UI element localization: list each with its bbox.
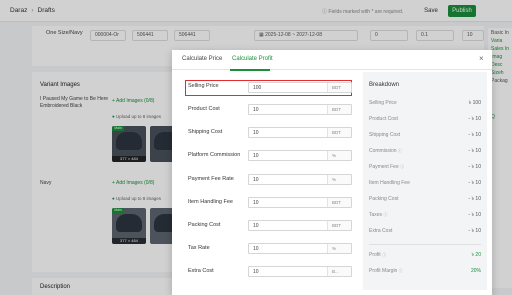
tab-calculate-profit[interactable]: Calculate Profit [232, 56, 273, 62]
breakdown-value: - ৳ 10 [468, 180, 482, 186]
info-icon[interactable]: ⓘ [383, 212, 387, 217]
extra-cost-input[interactable]: 10 B... [248, 266, 352, 277]
breakdown-value: ৳ 100 [468, 100, 481, 106]
info-icon[interactable]: ⓘ [400, 164, 404, 169]
profit-breakdown-panel: Breakdown Selling Price ৳ 100 Product Co… [363, 72, 487, 290]
info-icon[interactable]: ⓘ [382, 252, 386, 257]
breakdown-label: Extra Cost [369, 228, 393, 234]
tax-rate-input[interactable]: 10% [248, 243, 352, 254]
product-cost-label: Product Cost [188, 106, 220, 112]
platform-commission-input[interactable]: 10% [248, 150, 352, 161]
shipping-cost-input[interactable]: 10 BDT [248, 127, 352, 138]
payment-fee-rate-label: Payment Fee Rate [188, 176, 234, 182]
breakdown-divider [369, 244, 481, 245]
breakdown-label: Packing Cost [369, 196, 399, 202]
close-icon[interactable]: × [479, 54, 484, 63]
breakdown-value: - ৳ 10 [468, 196, 482, 202]
breakdown-value: - ৳ 10 [468, 116, 482, 122]
shipping-cost-label: Shipping Cost [188, 129, 223, 135]
unit-select[interactable]: B... [327, 267, 351, 276]
breakdown-label: Selling Price [369, 100, 397, 106]
extra-cost-label: Extra Cost [188, 268, 214, 274]
packing-cost-input[interactable]: 10 BDT [248, 220, 352, 231]
item-handling-fee-input[interactable]: 10 BDT [248, 197, 352, 208]
item-handling-fee-label: Item Handling Fee [188, 199, 233, 205]
breakdown-label: Payment Fee ⓘ [369, 164, 405, 170]
profit-calculator-modal: Calculate Price Calculate Profit × Selli… [172, 50, 492, 295]
profit-value: ৳ 20 [471, 252, 481, 258]
breakdown-value: - ৳ 10 [468, 148, 482, 154]
breakdown-label: Commission ⓘ [369, 148, 402, 154]
platform-commission-label: Platform Commission [188, 152, 241, 158]
packing-cost-label: Packing Cost [188, 222, 221, 228]
info-icon[interactable]: ⓘ [398, 148, 402, 153]
selling-price-label: Selling Price [188, 83, 219, 89]
breakdown-value: - ৳ 10 [468, 212, 482, 218]
breakdown-value: - ৳ 10 [468, 132, 482, 138]
active-tab-indicator [230, 69, 270, 71]
breakdown-label: Product Cost [369, 116, 398, 122]
profit-label: Profit ⓘ [369, 252, 387, 258]
tax-rate-label: Tax Rate [188, 245, 210, 251]
selling-price-input[interactable]: 100 BDT [248, 82, 352, 93]
info-icon[interactable]: ⓘ [399, 268, 403, 273]
breakdown-value: - ৳ 10 [468, 228, 482, 234]
profit-margin-label: Profit Margin ⓘ [369, 268, 403, 274]
breakdown-label: Taxes ⓘ [369, 212, 388, 218]
breakdown-label: Shipping Cost [369, 132, 401, 138]
payment-fee-rate-input[interactable]: 10% [248, 174, 352, 185]
product-cost-input[interactable]: 10 BDT [248, 104, 352, 115]
modal-tabs: Calculate Price Calculate Profit [172, 50, 492, 71]
profit-margin-value: 20% [470, 268, 481, 274]
breakdown-title: Breakdown [369, 82, 400, 88]
tab-calculate-price[interactable]: Calculate Price [182, 56, 222, 62]
breakdown-label: Item Handling Fee [369, 180, 410, 186]
breakdown-value: - ৳ 10 [468, 164, 482, 170]
